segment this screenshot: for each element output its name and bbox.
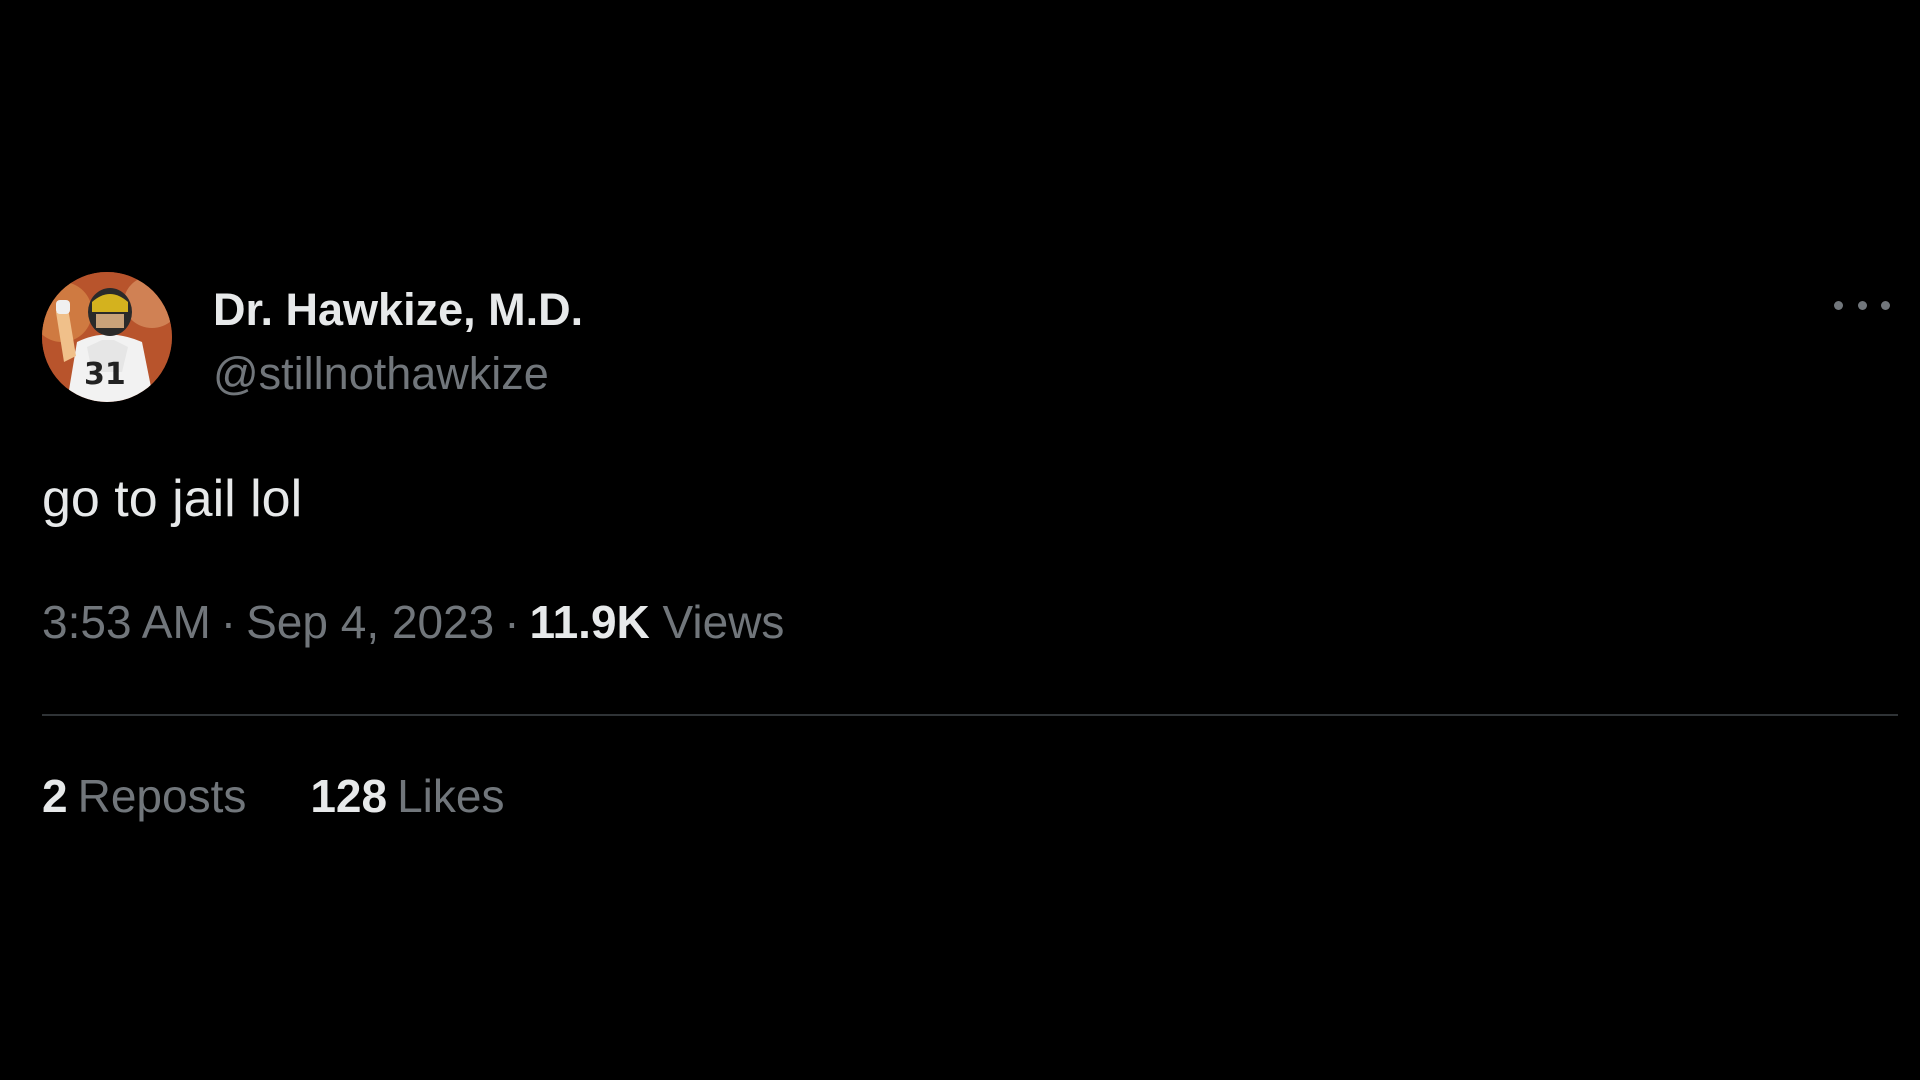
- likes-stat[interactable]: 128 Likes: [310, 766, 504, 826]
- more-horizontal-icon: [1881, 300, 1890, 310]
- engagement-stats: 2 Reposts 128 Likes: [42, 766, 504, 826]
- likes-count: 128: [310, 770, 388, 822]
- likes-label: Likes: [397, 770, 505, 822]
- tweet-time[interactable]: 3:53 AM: [42, 596, 211, 648]
- svg-text:31: 31: [84, 357, 126, 392]
- tweet-card: 31 Dr. Hawkize, M.D. @stillnothawkize go…: [42, 272, 1898, 872]
- views-count: 11.9K: [529, 596, 650, 648]
- reposts-label: Reposts: [77, 770, 247, 822]
- author-handle[interactable]: @stillnothawkize: [213, 344, 583, 404]
- meta-separator: ·: [220, 596, 237, 648]
- views-label: Views: [650, 596, 785, 648]
- tweet-text: go to jail lol: [42, 470, 303, 528]
- tweet-date[interactable]: Sep 4, 2023: [246, 596, 494, 648]
- views-label-text: Views: [662, 596, 785, 648]
- tweet-metadata: 3:53 AM · Sep 4, 2023 · 11.9K Views: [42, 592, 784, 652]
- author-display-name[interactable]: Dr. Hawkize, M.D.: [213, 280, 583, 340]
- meta-separator: ·: [504, 596, 520, 648]
- football-player-avatar-icon: 31: [42, 272, 172, 402]
- more-horizontal-icon: [1834, 300, 1843, 310]
- more-options-button[interactable]: [1834, 290, 1890, 320]
- avatar[interactable]: 31: [42, 272, 172, 402]
- reposts-count: 2: [42, 770, 68, 822]
- reposts-stat[interactable]: 2 Reposts: [42, 766, 246, 826]
- more-horizontal-icon: [1857, 300, 1867, 310]
- author-info: Dr. Hawkize, M.D. @stillnothawkize: [213, 280, 583, 404]
- divider: [42, 714, 1898, 716]
